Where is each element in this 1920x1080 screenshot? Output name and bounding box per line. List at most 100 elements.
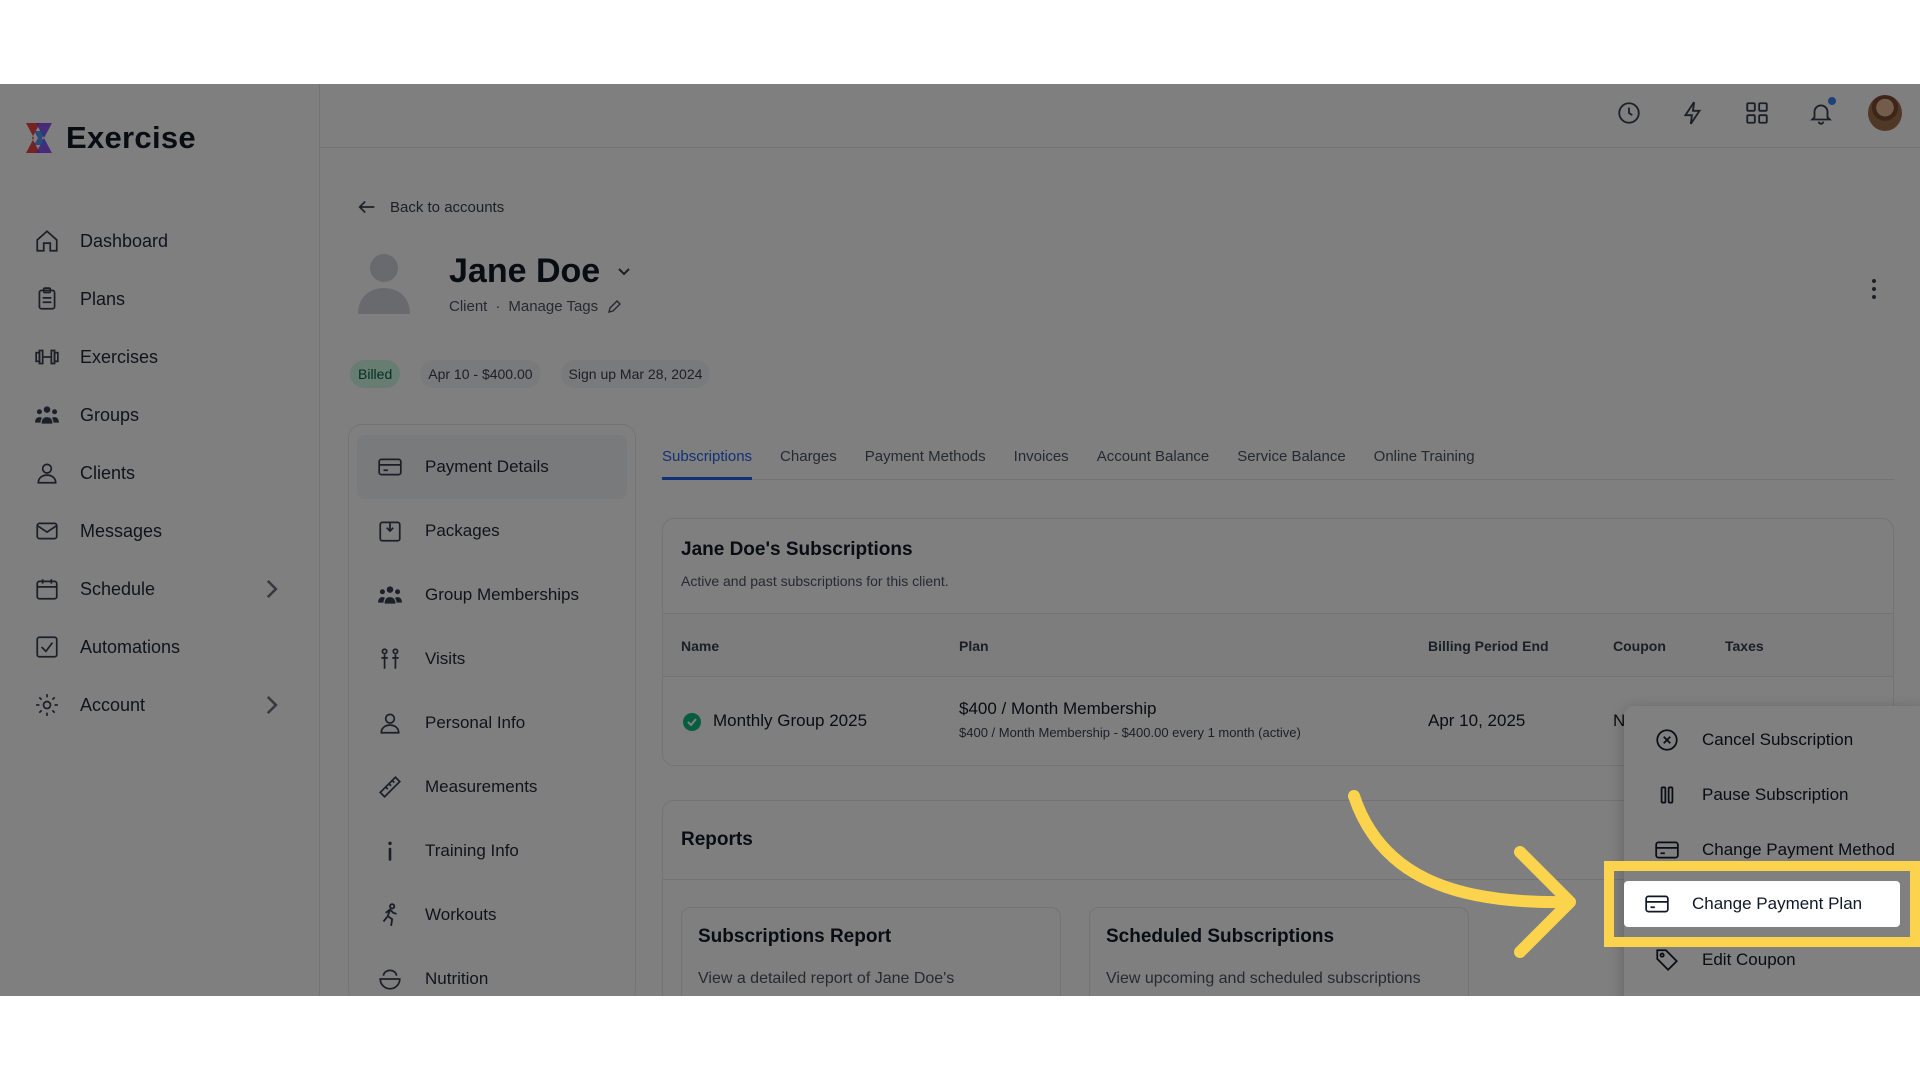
bolt-icon bbox=[1683, 101, 1702, 125]
subscriptions-report-card[interactable]: Subscriptions Report View a detailed rep… bbox=[681, 907, 1061, 996]
sidebar-item-label: Plans bbox=[80, 288, 126, 309]
bowl-icon bbox=[379, 969, 401, 990]
sidebar-item-automations[interactable]: Automations bbox=[34, 618, 284, 676]
panel-item-label: Personal Info bbox=[425, 713, 526, 732]
more-options-button[interactable] bbox=[1864, 274, 1884, 304]
report-description: View upcoming and scheduled subscription… bbox=[1106, 970, 1421, 987]
chevron-down-icon[interactable] bbox=[614, 262, 634, 282]
panel-item-group-memberships[interactable]: Group Memberships bbox=[357, 563, 627, 627]
menu-item-change-payment-plan[interactable]: Change Payment Plan bbox=[1624, 881, 1900, 927]
panel-item-visits[interactable]: Visits bbox=[357, 627, 627, 691]
panel-item-nutrition[interactable]: Nutrition bbox=[357, 947, 627, 996]
sidebar-item-schedule[interactable]: Schedule bbox=[34, 560, 284, 618]
tab-charges[interactable]: Charges bbox=[780, 440, 837, 480]
sidebar-item-label: Clients bbox=[80, 462, 136, 483]
group-icon bbox=[35, 406, 59, 424]
menu-item-cancel-subscription[interactable]: Cancel Subscription bbox=[1654, 720, 1853, 760]
app-name: Exercise bbox=[66, 120, 196, 155]
panel-item-packages[interactable]: Packages bbox=[357, 499, 627, 563]
sidebar-item-plans[interactable]: Plans bbox=[34, 270, 284, 328]
report-title: Subscriptions Report bbox=[698, 926, 892, 947]
menu-item-pause-subscription[interactable]: Pause Subscription bbox=[1654, 775, 1848, 815]
client-name: Jane Doe bbox=[449, 252, 601, 290]
column-header-taxes: Taxes bbox=[1725, 638, 1764, 654]
cancel-circle-icon bbox=[1656, 729, 1678, 751]
tab-online-training[interactable]: Online Training bbox=[1374, 440, 1475, 480]
sidebar-item-label: Account bbox=[80, 694, 146, 715]
app-window: Exercise Dashboard Plans Exercises Group… bbox=[0, 84, 1920, 996]
notification-dot bbox=[1828, 97, 1836, 105]
sidebar-item-label: Exercises bbox=[80, 346, 159, 367]
sidebar-item-messages[interactable]: Messages bbox=[34, 502, 284, 560]
pencil-icon[interactable] bbox=[606, 299, 622, 315]
dumbbell-icon bbox=[35, 349, 59, 365]
grid-icon bbox=[1746, 102, 1768, 124]
quick-actions-button[interactable] bbox=[1676, 96, 1710, 130]
panel-item-measurements[interactable]: Measurements bbox=[357, 755, 627, 819]
running-icon bbox=[382, 903, 397, 926]
client-name-row: Jane Doe bbox=[449, 252, 634, 291]
tab-subscriptions[interactable]: Subscriptions bbox=[662, 440, 753, 480]
sidebar-item-exercises[interactable]: Exercises bbox=[34, 328, 284, 386]
ruler-icon bbox=[379, 776, 401, 798]
tab-payment-methods[interactable]: Payment Methods bbox=[865, 440, 986, 480]
home-icon bbox=[36, 230, 58, 252]
highlight-frame: Change Payment Plan bbox=[1604, 861, 1920, 947]
next-charge-badge: Apr 10 - $400.00 bbox=[420, 360, 541, 388]
manage-tags-link[interactable]: Manage Tags bbox=[508, 298, 598, 315]
sidebar-item-label: Schedule bbox=[80, 578, 156, 599]
back-to-accounts-link[interactable]: Back to accounts bbox=[356, 196, 504, 218]
clipboard-icon bbox=[38, 287, 56, 310]
chevron-right-icon bbox=[266, 695, 278, 715]
panel-item-personal-info[interactable]: Personal Info bbox=[357, 691, 627, 755]
client-badges: Billed Apr 10 - $400.00 Sign up Mar 28, … bbox=[350, 360, 711, 388]
checkbox-icon bbox=[36, 636, 58, 658]
app-logo[interactable]: Exercise bbox=[22, 120, 196, 156]
subscription-plan: $400 / Month Membership $400 / Month Mem… bbox=[959, 699, 1301, 740]
menu-item-label: Edit Coupon bbox=[1702, 950, 1796, 969]
tab-account-balance[interactable]: Account Balance bbox=[1097, 440, 1210, 480]
tab-service-balance[interactable]: Service Balance bbox=[1237, 440, 1345, 480]
panel-item-label: Measurements bbox=[425, 777, 538, 796]
panel-item-label: Group Memberships bbox=[425, 585, 580, 604]
sidebar-nav: Dashboard Plans Exercises Groups Clients… bbox=[34, 212, 284, 734]
column-header-plan: Plan bbox=[959, 638, 989, 654]
credit-card-icon bbox=[378, 458, 402, 476]
panel-item-label: Nutrition bbox=[425, 969, 489, 988]
status-badge: Billed bbox=[350, 360, 401, 388]
user-icon bbox=[380, 713, 400, 734]
panel-item-training-info[interactable]: Training Info bbox=[357, 819, 627, 883]
sidebar-item-clients[interactable]: Clients bbox=[34, 444, 284, 502]
panel-item-label: Packages bbox=[425, 521, 500, 540]
tab-invoices[interactable]: Invoices bbox=[1014, 440, 1069, 480]
tag-icon bbox=[1656, 949, 1678, 971]
sidebar-item-account[interactable]: Account bbox=[34, 676, 284, 734]
panel-item-payment-details[interactable]: Payment Details bbox=[357, 435, 627, 499]
user-icon bbox=[37, 463, 57, 484]
panel-item-label: Payment Details bbox=[425, 457, 549, 476]
sidebar-item-dashboard[interactable]: Dashboard bbox=[34, 212, 284, 270]
credit-card-icon bbox=[1655, 841, 1679, 859]
arrow-left-icon bbox=[358, 200, 375, 214]
back-label: Back to accounts bbox=[390, 198, 505, 216]
history-button[interactable] bbox=[1612, 96, 1646, 130]
client-role: Client bbox=[449, 298, 488, 315]
column-header-name: Name bbox=[681, 638, 720, 654]
panel-item-workouts[interactable]: Workouts bbox=[357, 883, 627, 947]
user-menu-button[interactable] bbox=[1868, 95, 1902, 131]
apps-button[interactable] bbox=[1740, 96, 1774, 130]
gear-icon bbox=[36, 694, 58, 716]
reports-title: Reports bbox=[681, 829, 753, 850]
calendar-icon bbox=[36, 579, 58, 600]
annotation-arrow-icon bbox=[1348, 790, 1576, 958]
top-bar bbox=[320, 84, 1920, 148]
notifications-button[interactable] bbox=[1804, 96, 1838, 130]
menu-item-label: Cancel Subscription bbox=[1702, 730, 1854, 749]
report-description: View a detailed report of Jane Doe's bbox=[698, 970, 955, 987]
signup-badge: Sign up Mar 28, 2024 bbox=[560, 360, 711, 388]
menu-item-label: Change Payment Method bbox=[1702, 840, 1895, 859]
group-icon bbox=[378, 586, 402, 604]
clock-icon bbox=[1618, 102, 1640, 124]
sidebar-item-groups[interactable]: Groups bbox=[34, 386, 284, 444]
menu-item-label: Change Payment Plan bbox=[1692, 894, 1863, 913]
